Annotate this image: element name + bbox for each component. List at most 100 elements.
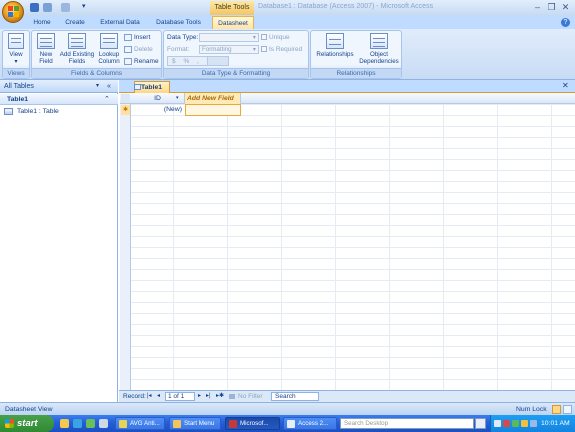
tab-create[interactable]: Create xyxy=(61,16,89,29)
is-required-checkbox[interactable]: Is Required xyxy=(261,44,302,55)
lookup-column-button[interactable]: Lookup Column xyxy=(96,33,122,65)
help-icon[interactable]: ? xyxy=(561,18,570,27)
first-record-icon[interactable]: |◂ xyxy=(147,391,152,402)
tab-external-data[interactable]: External Data xyxy=(96,16,144,29)
quicklaunch-icon-2[interactable] xyxy=(73,419,82,428)
column-header-add-new-field[interactable]: Add New Field xyxy=(185,93,241,104)
task-access-2[interactable]: Access 2... xyxy=(283,417,337,430)
comma-style-icon[interactable]: , xyxy=(197,58,199,65)
nav-group-table1[interactable]: Table1 ⌃ xyxy=(0,94,118,105)
customize-qat-icon[interactable]: ▾ xyxy=(82,2,86,10)
column-header-id[interactable]: ID ▾ xyxy=(131,93,185,104)
task-label: Access 2... xyxy=(298,420,329,427)
tray-icon-5[interactable] xyxy=(530,420,537,427)
add-existing-fields-button[interactable]: Add Existing Fields xyxy=(58,33,96,65)
restore-button[interactable]: ❐ xyxy=(545,2,558,13)
new-field-button[interactable]: New Field xyxy=(35,33,57,65)
select-all-button[interactable] xyxy=(121,94,130,103)
lookup-column-icon xyxy=(100,33,118,49)
new-record-icon[interactable]: ▸✱ xyxy=(216,391,224,402)
record-label: Record: xyxy=(123,393,146,400)
undo-icon[interactable] xyxy=(43,3,52,12)
task-avg-antivirus[interactable]: AVG Anti... xyxy=(115,417,165,430)
document-icon xyxy=(287,420,295,428)
save-icon[interactable] xyxy=(30,3,39,12)
tray-icon-4[interactable] xyxy=(521,420,528,427)
task-start-menu[interactable]: Start Menu xyxy=(169,417,221,430)
view-icon xyxy=(8,33,24,49)
add-existing-label-2: Fields xyxy=(68,58,86,65)
shutter-bar-close-icon[interactable]: « xyxy=(107,80,111,93)
delete-label: Delete xyxy=(134,46,153,53)
relationships-label: Relationships xyxy=(316,51,354,58)
datasheet-view-icon[interactable] xyxy=(552,405,561,414)
view-button[interactable]: View ▾ xyxy=(5,33,27,65)
navigation-pane xyxy=(0,80,118,402)
format-value: Formatting xyxy=(202,46,232,53)
lookup-label-1: Lookup xyxy=(98,51,120,58)
add-field-cell[interactable] xyxy=(185,104,241,116)
format-label: Format: xyxy=(167,46,190,53)
search-field[interactable]: Search xyxy=(271,392,319,401)
previous-record-icon[interactable]: ◂ xyxy=(157,391,160,402)
group-fields-columns: New Field Add Existing Fields Lookup Col… xyxy=(31,30,162,79)
tab-datasheet[interactable]: Datasheet xyxy=(212,16,254,29)
status-bar: Datasheet View Num Lock xyxy=(0,402,575,415)
record-selector-column xyxy=(120,93,131,390)
currency-icon[interactable]: $ xyxy=(172,58,176,65)
tray-icon-3[interactable] xyxy=(512,420,519,427)
rename-button[interactable]: Rename xyxy=(124,56,159,67)
quicklaunch-icon-1[interactable] xyxy=(60,419,69,428)
document-tabs-bar xyxy=(119,80,575,93)
new-field-icon xyxy=(37,33,55,49)
search-icon[interactable] xyxy=(475,418,486,429)
unique-check-icon xyxy=(261,34,267,41)
tray-icon-1[interactable] xyxy=(494,420,501,427)
percent-icon[interactable]: % xyxy=(183,58,189,65)
data-type-select[interactable]: ▾ xyxy=(199,33,259,42)
task-label: AVG Anti... xyxy=(130,420,160,427)
record-position-field[interactable]: 1 of 1 xyxy=(165,392,195,401)
unique-checkbox[interactable]: Unique xyxy=(261,32,290,43)
design-view-icon[interactable] xyxy=(563,405,572,414)
task-microsoft-access[interactable]: Microsof... xyxy=(225,417,280,430)
nav-item-table1[interactable]: Table1 : Table xyxy=(4,106,59,117)
office-logo-icon xyxy=(8,6,19,17)
quicklaunch-icon-4[interactable] xyxy=(99,419,108,428)
chevron-down-icon[interactable]: ▾ xyxy=(96,80,99,93)
id-cell-new[interactable]: (New) xyxy=(131,104,185,116)
decimal-buttons[interactable] xyxy=(207,56,229,66)
relationships-icon xyxy=(326,33,344,49)
tab-home[interactable]: Home xyxy=(28,16,56,29)
next-record-icon[interactable]: ▸ xyxy=(198,391,201,402)
last-record-icon[interactable]: ▸| xyxy=(206,391,211,402)
office-button[interactable] xyxy=(2,1,24,23)
delete-button[interactable]: Delete xyxy=(124,44,153,55)
insert-button[interactable]: Insert xyxy=(124,32,150,43)
collapse-group-icon[interactable]: ⌃ xyxy=(104,94,110,105)
nav-pane-header[interactable]: All Tables ▾ « xyxy=(0,80,118,93)
close-button[interactable]: ✕ xyxy=(559,2,572,13)
add-existing-fields-icon xyxy=(68,33,86,49)
datasheet-grid[interactable] xyxy=(120,93,575,390)
start-button[interactable]: start xyxy=(0,415,54,432)
minimize-button[interactable]: – xyxy=(531,2,544,13)
record-navigation-bar: Record: |◂ ◂ 1 of 1 ▸ ▸| ▸✱ No Filter Se… xyxy=(119,390,575,402)
redo-icon[interactable] xyxy=(61,3,70,12)
nav-pane-title: All Tables xyxy=(4,83,34,90)
tab-database-tools[interactable]: Database Tools xyxy=(151,16,206,29)
is-required-check-icon xyxy=(261,46,267,53)
document-tab-label: Table1 xyxy=(141,84,163,91)
document-tab-table1[interactable]: Table1 xyxy=(134,81,170,93)
format-select[interactable]: Formatting ▾ xyxy=(199,45,259,54)
tray-icon-2[interactable] xyxy=(503,420,510,427)
filter-label: No Filter xyxy=(238,393,263,400)
search-desktop-input[interactable]: Search Desktop xyxy=(340,418,474,429)
object-dependencies-button[interactable]: Object Dependencies xyxy=(357,33,401,65)
add-existing-label-1: Add Existing xyxy=(59,51,95,58)
chevron-down-icon[interactable]: ▾ xyxy=(176,93,179,104)
quicklaunch-icon-3[interactable] xyxy=(86,419,95,428)
relationships-button[interactable]: Relationships xyxy=(314,33,356,58)
close-document-icon[interactable]: ✕ xyxy=(562,81,569,90)
filter-indicator[interactable]: No Filter xyxy=(229,391,263,402)
